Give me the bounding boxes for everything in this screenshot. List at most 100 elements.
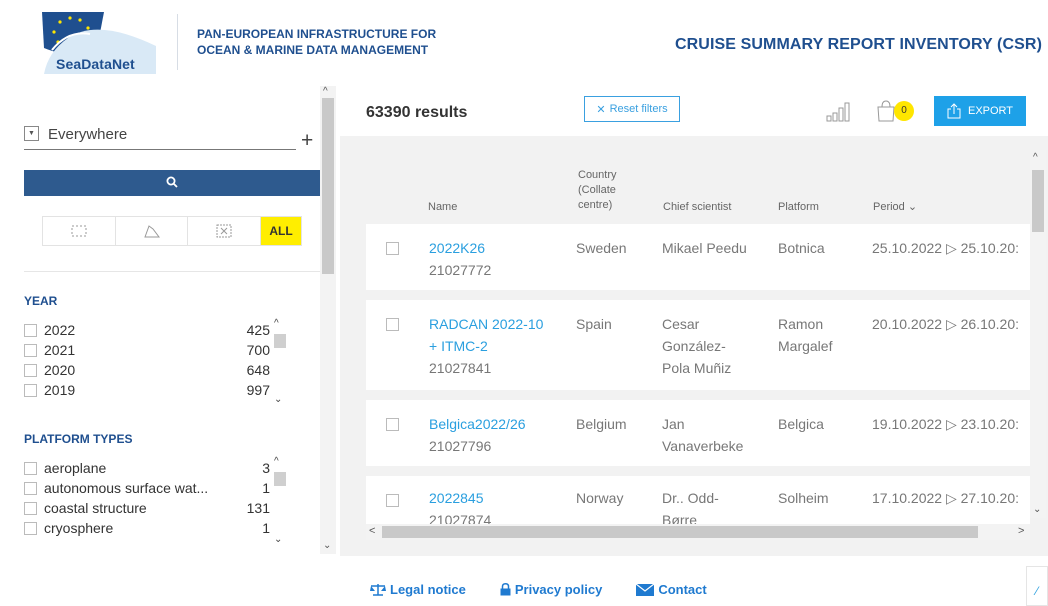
cruise-name-link[interactable]: + ITMC-2 bbox=[429, 336, 488, 356]
export-label: EXPORT bbox=[967, 105, 1014, 117]
scrollbar-thumb[interactable] bbox=[274, 472, 286, 486]
column-header-period[interactable]: Period ⌄ bbox=[873, 200, 917, 215]
column-header-chief-scientist[interactable]: Chief scientist bbox=[663, 200, 731, 215]
scrollbar-thumb[interactable] bbox=[274, 334, 286, 348]
sort-descending-icon: ⌄ bbox=[907, 201, 918, 213]
add-location-button[interactable]: + bbox=[301, 130, 313, 151]
reset-filters-button[interactable]: ✕ Reset filters bbox=[584, 96, 680, 122]
year-facet-item[interactable]: 2022 425 bbox=[24, 320, 288, 340]
platform-facet-item[interactable]: cryosphere 1 bbox=[24, 518, 288, 538]
chief-scientist-cell: Cesar bbox=[662, 316, 700, 332]
results-horizontal-scrollbar[interactable]: < > bbox=[366, 524, 1030, 540]
scroll-right-icon[interactable]: > bbox=[1018, 525, 1024, 537]
row-checkbox[interactable] bbox=[386, 418, 399, 431]
scroll-down-icon[interactable]: ⌄ bbox=[274, 394, 282, 405]
platform-cell: Belgica bbox=[778, 416, 824, 432]
year-facet-list: 2022 425 2021 700 2020 648 2019 997 bbox=[24, 320, 288, 400]
column-header-line: Country bbox=[578, 169, 617, 181]
scroll-down-icon[interactable]: ⌄ bbox=[274, 534, 282, 545]
clear-selection-icon bbox=[216, 224, 232, 238]
chief-scientist-cell: Børre bbox=[662, 512, 697, 524]
chief-scientist-cell: Jan bbox=[662, 416, 685, 432]
export-icon bbox=[947, 103, 961, 119]
chief-scientist-cell: Dr.. Odd- bbox=[662, 490, 719, 506]
scrollbar-thumb[interactable] bbox=[382, 526, 978, 538]
facet-checkbox[interactable] bbox=[24, 462, 37, 475]
year-facet-scrollbar[interactable]: ^ ⌄ bbox=[272, 318, 286, 408]
location-filter: ▼ Everywhere + bbox=[24, 122, 314, 152]
privacy-policy-link[interactable]: Privacy policy bbox=[500, 582, 602, 597]
sidebar-scrollbar[interactable]: ^ ⌄ bbox=[320, 86, 336, 554]
facet-checkbox[interactable] bbox=[24, 324, 37, 337]
column-header-name[interactable]: Name bbox=[428, 200, 457, 215]
table-row[interactable]: RADCAN 2022-10 + ITMC-2 21027841 Spain C… bbox=[366, 300, 1030, 390]
period-cell: 19.10.2022 ▷ 23.10.20: bbox=[872, 416, 1019, 432]
row-checkbox[interactable] bbox=[386, 494, 399, 507]
row-checkbox[interactable] bbox=[386, 242, 399, 255]
search-button[interactable] bbox=[24, 170, 320, 196]
cruise-name-link[interactable]: Belgica2022/26 bbox=[429, 414, 526, 434]
facet-count: 1 bbox=[262, 520, 270, 536]
scrollbar-thumb[interactable] bbox=[1032, 170, 1044, 232]
period-cell: 25.10.2022 ▷ 25.10.20: bbox=[872, 240, 1019, 256]
cruise-name-link[interactable]: 2022K26 bbox=[429, 238, 485, 258]
year-facet-item[interactable]: 2019 997 bbox=[24, 380, 288, 400]
row-checkbox[interactable] bbox=[386, 318, 399, 331]
column-header-label: Period bbox=[873, 201, 905, 213]
platform-facet-scrollbar[interactable]: ^ ⌄ bbox=[272, 456, 286, 548]
cruise-name-link[interactable]: 2022845 bbox=[429, 488, 484, 508]
cruise-name-link[interactable]: RADCAN 2022-10 bbox=[429, 314, 543, 334]
table-row[interactable]: 2022845 21027874 Norway Dr.. Odd- Børre … bbox=[366, 476, 1030, 524]
scroll-up-icon[interactable]: ^ bbox=[274, 318, 279, 329]
location-input[interactable]: Everywhere bbox=[48, 126, 127, 143]
platform-facet-list: aeroplane 3 autonomous surface wat... 1 … bbox=[24, 458, 288, 538]
facet-checkbox[interactable] bbox=[24, 344, 37, 357]
table-row[interactable]: 2022K26 21027772 Sweden Mikael Peedu Bot… bbox=[366, 224, 1030, 290]
facet-count: 700 bbox=[246, 342, 270, 358]
export-button[interactable]: EXPORT bbox=[934, 96, 1026, 126]
facet-label: cryosphere bbox=[44, 520, 114, 536]
facet-checkbox[interactable] bbox=[24, 482, 37, 495]
facet-count: 3 bbox=[262, 460, 270, 476]
year-facet-item[interactable]: 2021 700 bbox=[24, 340, 288, 360]
year-facet-item[interactable]: 2020 648 bbox=[24, 360, 288, 380]
platform-facet-item[interactable]: coastal structure 131 bbox=[24, 498, 288, 518]
search-icon bbox=[166, 176, 178, 188]
facet-checkbox[interactable] bbox=[24, 364, 37, 377]
polygon-select-icon bbox=[143, 225, 160, 238]
legal-notice-link[interactable]: Legal notice bbox=[370, 582, 466, 597]
clear-selection-button[interactable] bbox=[188, 217, 262, 245]
scrollbar-thumb[interactable] bbox=[322, 98, 334, 274]
platform-cell: Botnica bbox=[778, 240, 825, 256]
location-dropdown-toggle[interactable]: ▼ bbox=[24, 126, 39, 141]
contact-link[interactable]: Contact bbox=[636, 582, 707, 597]
year-facet-title: YEAR bbox=[24, 294, 58, 308]
scroll-down-icon[interactable]: ⌄ bbox=[1033, 504, 1041, 515]
scroll-down-icon[interactable]: ⌄ bbox=[323, 540, 331, 551]
facet-label: aeroplane bbox=[44, 460, 107, 476]
edit-pencil-icon[interactable]: ⁄ bbox=[1026, 566, 1048, 606]
polygon-select-button[interactable] bbox=[116, 217, 189, 245]
scroll-up-icon[interactable]: ^ bbox=[1033, 152, 1038, 163]
platform-facet-item[interactable]: aeroplane 3 bbox=[24, 458, 288, 478]
scroll-up-icon[interactable]: ^ bbox=[274, 456, 279, 467]
select-all-areas-button[interactable]: ALL bbox=[261, 217, 302, 245]
scroll-left-icon[interactable]: < bbox=[369, 525, 375, 537]
results-vertical-scrollbar[interactable]: ^ ⌄ bbox=[1030, 150, 1046, 518]
platform-cell: Margalef bbox=[778, 338, 833, 354]
platform-facet-item[interactable]: autonomous surface wat... 1 bbox=[24, 478, 288, 498]
facet-label: 2019 bbox=[44, 382, 76, 398]
facet-count: 997 bbox=[246, 382, 270, 398]
facet-checkbox[interactable] bbox=[24, 522, 37, 535]
scroll-up-icon[interactable]: ^ bbox=[323, 86, 328, 97]
shopping-bag-icon[interactable] bbox=[876, 100, 896, 122]
column-header-country[interactable]: Country (Collate centre) bbox=[578, 168, 617, 213]
facet-checkbox[interactable] bbox=[24, 502, 37, 515]
statistics-chart-icon[interactable] bbox=[826, 102, 850, 122]
facet-checkbox[interactable] bbox=[24, 384, 37, 397]
column-header-platform[interactable]: Platform bbox=[778, 200, 819, 215]
country-cell: Belgium bbox=[576, 416, 627, 432]
table-row[interactable]: Belgica2022/26 21027796 Belgium Jan Vana… bbox=[366, 400, 1030, 466]
rectangle-select-button[interactable] bbox=[43, 217, 116, 245]
chief-scientist-cell: González- bbox=[662, 338, 726, 354]
